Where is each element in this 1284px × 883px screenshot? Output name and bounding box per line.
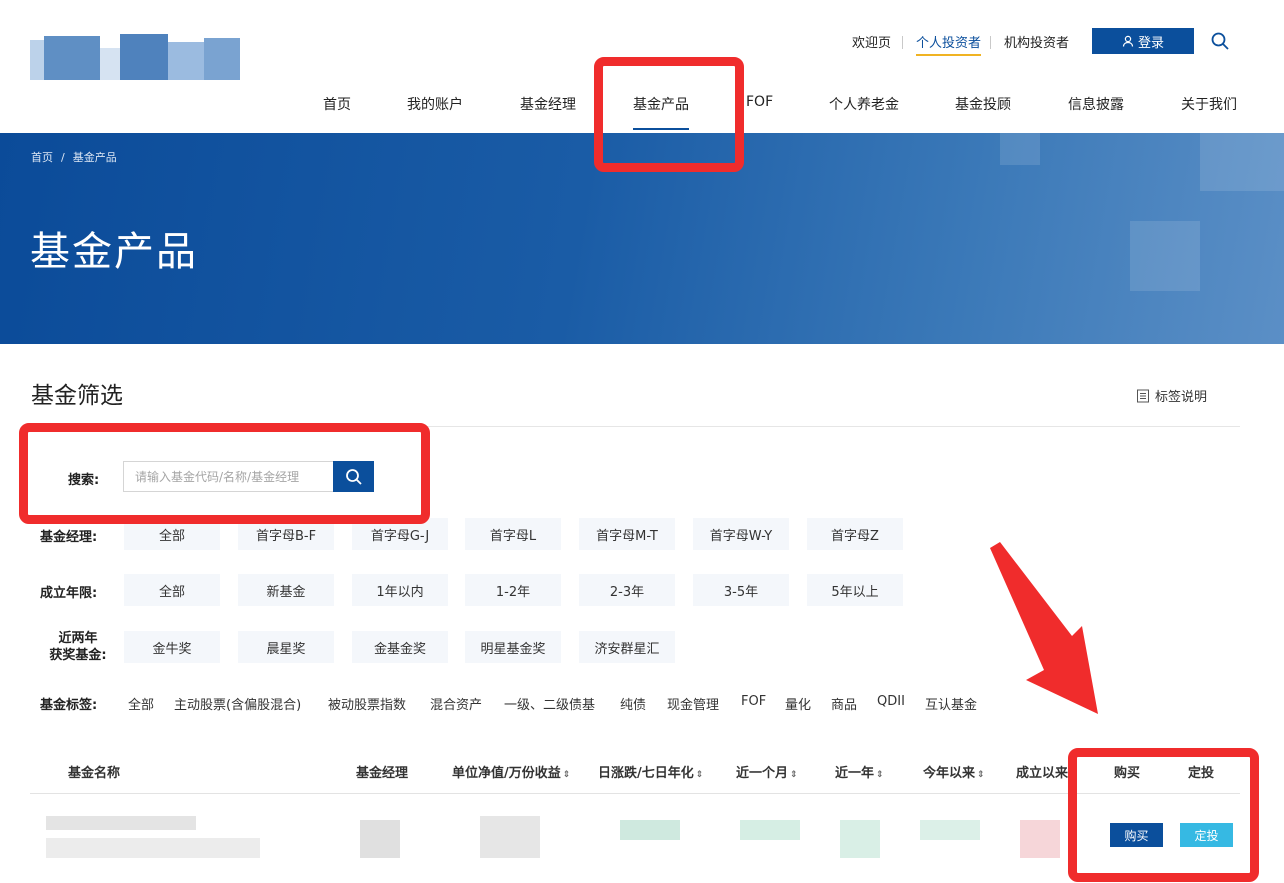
document-icon xyxy=(1137,389,1149,402)
banner-decoration xyxy=(1000,133,1040,165)
period-filter-label: 成立年限: xyxy=(40,586,98,601)
manager-option[interactable]: 首字母L xyxy=(465,518,561,550)
award-option[interactable]: 金牛奖 xyxy=(124,631,220,663)
red-arrow-icon xyxy=(990,542,1098,714)
search-icon[interactable] xyxy=(1210,31,1230,51)
tag-option[interactable]: 被动股票指数 xyxy=(328,694,406,713)
tag-option[interactable]: FOF xyxy=(741,694,766,709)
column-header-fund-name: 基金名称 xyxy=(68,766,121,781)
top-link-individual[interactable]: 个人投资者 xyxy=(916,32,982,56)
sort-icon: ⇕ xyxy=(562,770,571,780)
banner-decoration xyxy=(1130,221,1200,291)
manager-option[interactable]: 首字母W-Y xyxy=(693,518,789,550)
top-link-institution[interactable]: 机构投资者 xyxy=(1004,32,1069,51)
tag-option[interactable]: 混合资产 xyxy=(430,694,482,713)
nav-item-my-account[interactable]: 我的账户 xyxy=(407,94,463,114)
tag-option[interactable]: 主动股票(含偏股混合) xyxy=(174,694,301,713)
divider xyxy=(990,36,991,49)
tag-option[interactable]: 纯债 xyxy=(620,694,646,713)
sort-icon: ⇕ xyxy=(977,770,985,780)
award-label-line2: 获奖基金: xyxy=(49,648,107,663)
column-header-since-inception: 成立以来 xyxy=(1016,766,1069,781)
daily-change-obscured xyxy=(620,820,680,840)
tag-option[interactable]: 一级、二级债基 xyxy=(504,694,595,713)
manager-option[interactable]: 首字母Z xyxy=(807,518,903,550)
breadcrumb-home[interactable]: 首页 xyxy=(31,151,53,164)
divider xyxy=(30,793,1240,794)
breadcrumb: 首页 / 基金产品 xyxy=(31,151,117,164)
filter-title: 基金筛选 xyxy=(31,383,123,409)
nav-item-fof[interactable]: FOF xyxy=(746,94,773,110)
top-link-welcome[interactable]: 欢迎页 xyxy=(852,32,891,51)
login-label: 登录 xyxy=(1137,35,1164,51)
period-option[interactable]: 3-5年 xyxy=(693,574,789,606)
divider xyxy=(902,36,903,49)
award-option[interactable]: 晨星奖 xyxy=(238,631,334,663)
period-option[interactable]: 2-3年 xyxy=(579,574,675,606)
nav-item-personal-pension[interactable]: 个人养老金 xyxy=(829,94,899,114)
sort-icon: ⇕ xyxy=(790,770,798,780)
award-option[interactable]: 明星基金奖 xyxy=(465,631,561,663)
period-option[interactable]: 1-2年 xyxy=(465,574,561,606)
sort-icon: ⇕ xyxy=(876,770,884,780)
nav-item-home[interactable]: 首页 xyxy=(323,94,351,114)
period-option[interactable]: 新基金 xyxy=(238,574,334,606)
since-inception-obscured xyxy=(1020,820,1060,858)
page-title: 基金产品 xyxy=(30,229,198,275)
nav-item-about-us[interactable]: 关于我们 xyxy=(1181,94,1237,114)
column-header-nav[interactable]: 单位净值/万份收益 ⇕ xyxy=(452,762,570,781)
highlight-box-buttons xyxy=(1068,748,1259,882)
sort-icon: ⇕ xyxy=(695,770,704,780)
manager-filter-label: 基金经理: xyxy=(40,530,98,545)
ytd-obscured xyxy=(920,820,980,840)
award-option[interactable]: 金基金奖 xyxy=(352,631,448,663)
login-button[interactable]: 登录 xyxy=(1092,28,1194,54)
period-option[interactable]: 5年以上 xyxy=(807,574,903,606)
column-header-daily-change[interactable]: 日涨跌/七日年化 ⇕ xyxy=(598,762,703,781)
column-header-ytd[interactable]: 今年以来 ⇕ xyxy=(923,762,985,781)
highlight-box-search xyxy=(19,423,430,524)
tag-option[interactable]: QDII xyxy=(877,694,905,709)
tag-option[interactable]: 全部 xyxy=(128,694,154,713)
highlight-box-nav xyxy=(594,57,744,172)
award-filter-label: 近两年 获奖基金: xyxy=(26,630,130,664)
nav-value-obscured xyxy=(480,816,540,858)
fund-name-obscured xyxy=(46,816,196,830)
tag-option[interactable]: 商品 xyxy=(831,694,857,713)
manager-option[interactable]: 首字母M-T xyxy=(579,518,675,550)
tag-help-link[interactable]: 标签说明 xyxy=(1136,386,1207,405)
award-option[interactable]: 济安群星汇 xyxy=(579,631,675,663)
nav-item-disclosure[interactable]: 信息披露 xyxy=(1068,94,1124,114)
nav-item-fund-advisory[interactable]: 基金投顾 xyxy=(955,94,1011,114)
column-header-1-month[interactable]: 近一个月 ⇕ xyxy=(736,762,798,781)
award-label-line1: 近两年 xyxy=(58,631,98,646)
period-option[interactable]: 全部 xyxy=(124,574,220,606)
fund-name-obscured xyxy=(46,838,260,858)
tag-option[interactable]: 现金管理 xyxy=(667,694,719,713)
one-year-obscured xyxy=(840,820,880,858)
user-icon xyxy=(1122,35,1134,47)
breadcrumb-current: 基金产品 xyxy=(72,151,117,164)
nav-item-fund-managers[interactable]: 基金经理 xyxy=(520,94,576,114)
tag-filter-label: 基金标签: xyxy=(40,698,98,713)
top-bar: 欢迎页 个人投资者 机构投资者 登录 xyxy=(0,28,1284,56)
period-option[interactable]: 1年以内 xyxy=(352,574,448,606)
column-header-1-year[interactable]: 近一年 ⇕ xyxy=(835,762,884,781)
one-month-obscured xyxy=(740,820,800,840)
column-header-manager: 基金经理 xyxy=(356,766,409,781)
manager-obscured xyxy=(360,820,400,858)
tag-option[interactable]: 量化 xyxy=(785,694,811,713)
tag-help-label: 标签说明 xyxy=(1155,390,1208,405)
banner-decoration xyxy=(1200,133,1284,191)
